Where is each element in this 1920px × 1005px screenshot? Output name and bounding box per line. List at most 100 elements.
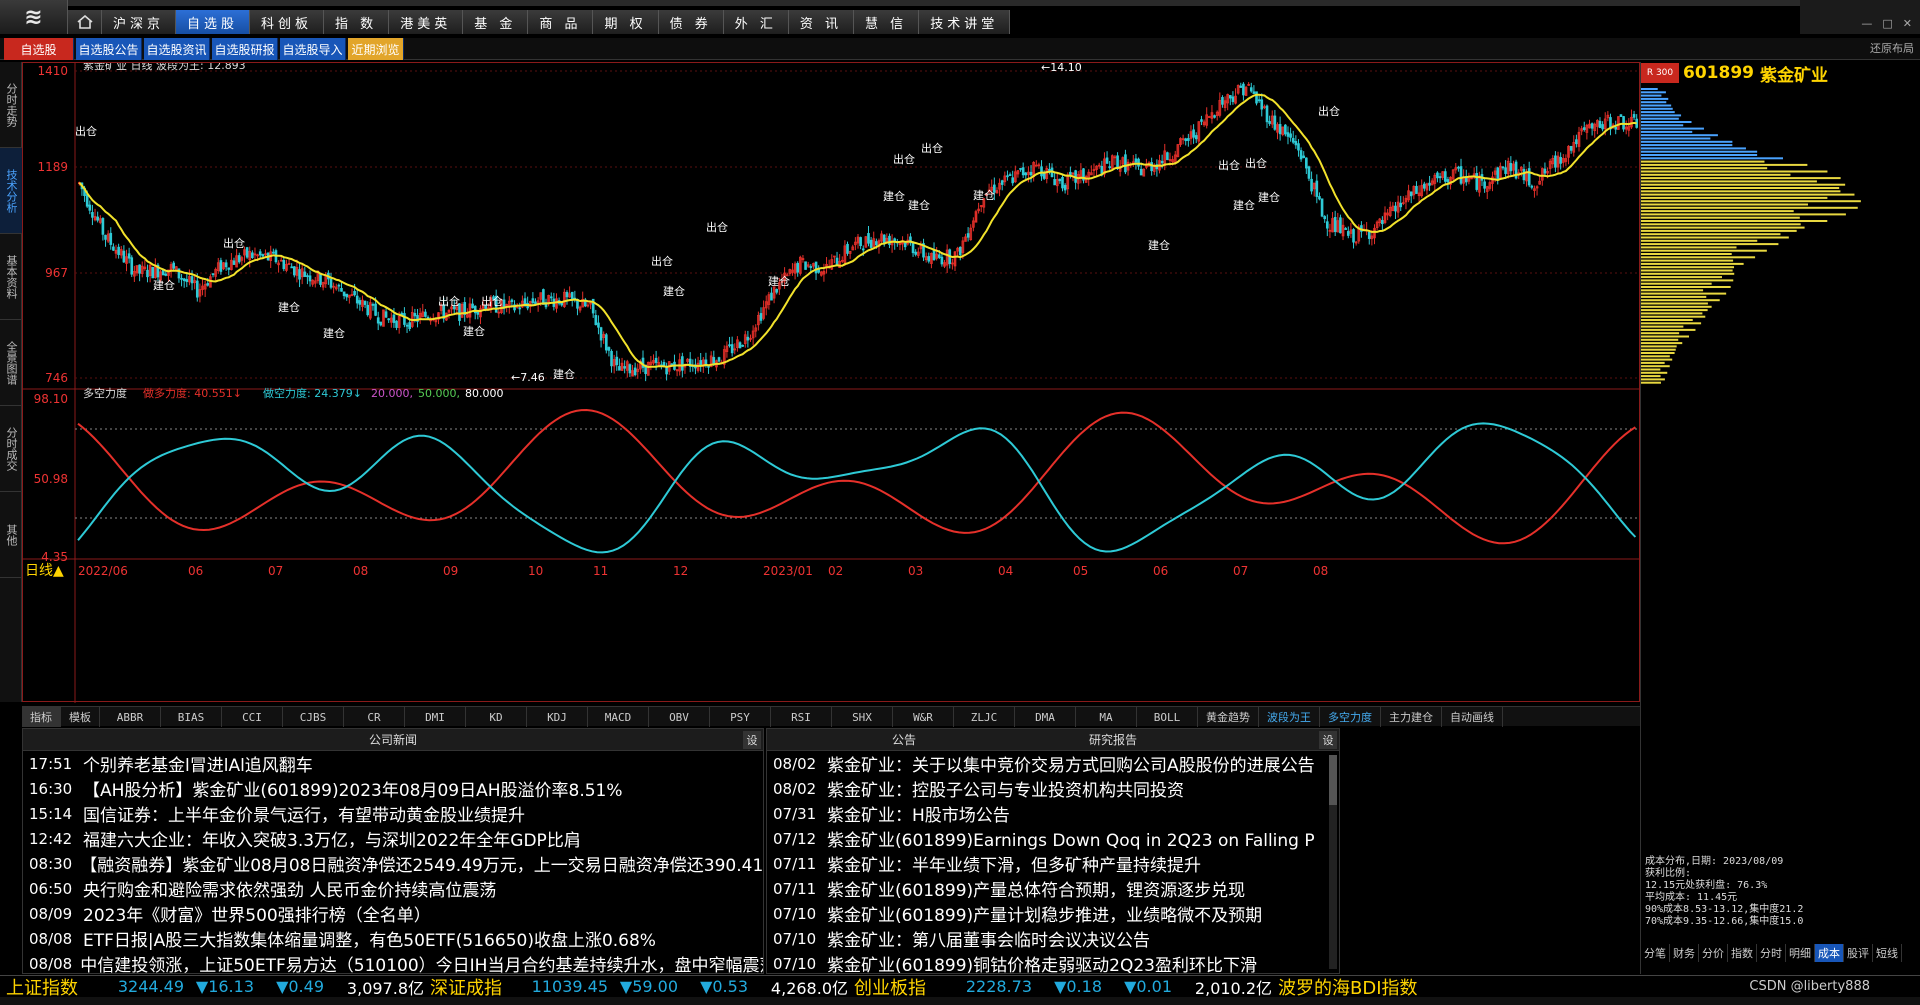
nav-tab-11[interactable]: 慧 信: [854, 10, 920, 34]
indicator-tab-7[interactable]: DMI: [405, 707, 466, 727]
indicator-tab-20[interactable]: 黄金趋势: [1198, 707, 1259, 727]
indicator-tab-23[interactable]: 主力建仓: [1381, 707, 1442, 727]
company-news-settings-button[interactable]: 设: [743, 731, 761, 749]
scrollbar-thumb[interactable]: [1329, 755, 1337, 805]
app-logo[interactable]: ≋: [0, 0, 68, 34]
news-headline[interactable]: 央行购金和避险需求依然强劲 人民币金价持续高位震荡: [75, 876, 496, 901]
news-row[interactable]: 07/11 紫金矿业(601899)产量总体符合预期，锂资源逐步兑现: [767, 876, 1339, 902]
announcement-scrollbar[interactable]: [1329, 755, 1337, 969]
news-headline[interactable]: 紫金矿业(601899)产量计划稳步推进，业绩略微不及预期: [819, 901, 1262, 926]
indicator-tab-19[interactable]: BOLL: [1137, 707, 1198, 727]
news-headline[interactable]: 个别养老基金l冒进lAl追风翻车: [75, 751, 313, 776]
indicator-tab-10[interactable]: MACD: [588, 707, 649, 727]
indicator-tab-3[interactable]: BIAS: [161, 707, 222, 727]
news-row[interactable]: 16:30 【AH股分析】紫金矿业(601899)2023年08月09日AH股溢价…: [23, 776, 763, 802]
nav-tab-10[interactable]: 资 讯: [788, 10, 855, 34]
subnav-tab-1[interactable]: 自选股公告: [76, 38, 142, 60]
indicator-tab-17[interactable]: DMA: [1015, 707, 1076, 727]
nav-tab-7[interactable]: 期 权: [593, 10, 659, 34]
subnav-tab-2[interactable]: 自选股资讯: [144, 38, 210, 60]
news-row[interactable]: 08/08 中信建投领涨，上证50ETF易方达（510100）今日IH当月合约基差…: [23, 951, 763, 977]
left-tab-3[interactable]: 全景图谱: [0, 320, 22, 406]
indicator-tab-0[interactable]: 指标: [22, 707, 61, 727]
news-headline[interactable]: 紫金矿业：控股子公司与专业投资机构共同投资: [819, 776, 1184, 801]
nav-tab-3[interactable]: 指 数: [324, 10, 390, 34]
nav-tab-1[interactable]: 自选股: [176, 10, 251, 34]
news-row[interactable]: 07/12 紫金矿业(601899)Earnings Down Qoq in 2Q…: [767, 826, 1339, 852]
news-headline[interactable]: 紫金矿业(601899)产量总体符合预期，锂资源逐步兑现: [819, 876, 1245, 901]
nav-tab-0[interactable]: 沪深京: [102, 10, 177, 34]
minimize-icon[interactable]: —: [1861, 17, 1872, 30]
nav-tab-6[interactable]: 商 品: [528, 10, 594, 34]
indicator-tab-15[interactable]: W&R: [893, 707, 954, 727]
nav-tab-9[interactable]: 外 汇: [723, 10, 789, 34]
news-row[interactable]: 08/02 紫金矿业：控股子公司与专业投资机构共同投资: [767, 776, 1339, 802]
kline-chart[interactable]: 1410 1189 967 746 98.10 50.98 4.35 紫金矿业 日线 波段为王…: [23, 63, 1641, 703]
news-headline[interactable]: 紫金矿业：H股市场公告: [819, 801, 1010, 826]
cost-tab-7[interactable]: 股评: [1844, 944, 1873, 962]
left-tab-5[interactable]: 其他: [0, 492, 22, 578]
news-headline[interactable]: 【融资融券】紫金矿业08月08日融资净偿还2549.49万元，上一交易日融资净偿…: [72, 851, 763, 876]
indicator-tab-13[interactable]: RSI: [771, 707, 832, 727]
news-row[interactable]: 07/10 紫金矿业：第八届董事会临时会议决议公告: [767, 926, 1339, 952]
news-headline[interactable]: 紫金矿业：关于以集中竞价交易方式回购公司A股股份的进展公告: [819, 751, 1315, 776]
indicator-tab-14[interactable]: SHX: [832, 707, 893, 727]
news-headline[interactable]: 紫金矿业：半年业绩下滑，但多矿种产量持续提升: [819, 851, 1201, 876]
cost-tab-6[interactable]: 成本: [1815, 944, 1844, 962]
nav-tab-2[interactable]: 科创板: [250, 10, 325, 34]
cost-tab-8[interactable]: 短线: [1873, 944, 1902, 962]
news-row[interactable]: 08/08 ETF日报|A股三大指数集体缩量调整，有色50ETF(516650)收…: [23, 926, 763, 952]
indicator-tab-16[interactable]: ZLJC: [954, 707, 1015, 727]
indicator-tab-1[interactable]: 模板: [61, 707, 100, 727]
status-name[interactable]: 上证指数: [0, 974, 84, 1000]
nav-tab-12[interactable]: 技术讲堂: [919, 10, 1011, 34]
indicator-tab-18[interactable]: MA: [1076, 707, 1137, 727]
cost-tab-1[interactable]: 财务: [1670, 944, 1699, 962]
indicator-tab-5[interactable]: CJBS: [283, 707, 344, 727]
nav-tab-5[interactable]: 基 金: [463, 10, 529, 34]
indicator-tab-4[interactable]: CCI: [222, 707, 283, 727]
nav-tab-4[interactable]: 港美英: [389, 10, 464, 34]
nav-tab-8[interactable]: 债 券: [658, 10, 724, 34]
news-row[interactable]: 07/10 紫金矿业(601899)铜钴价格走弱驱动2Q23盈利环比下滑: [767, 951, 1339, 977]
news-row[interactable]: 07/11 紫金矿业：半年业绩下滑，但多矿种产量持续提升: [767, 851, 1339, 877]
indicator-tab-8[interactable]: KD: [466, 707, 527, 727]
subnav-tab-4[interactable]: 自选股导入: [280, 38, 346, 60]
home-button[interactable]: [68, 10, 102, 34]
restore-layout-link[interactable]: 还原布局: [1870, 40, 1914, 56]
news-headline[interactable]: ETF日报|A股三大指数集体缩量调整，有色50ETF(516650)收盘上涨0.…: [75, 926, 656, 951]
close-icon[interactable]: ✕: [1903, 17, 1912, 30]
indicator-tab-9[interactable]: KDJ: [527, 707, 588, 727]
indicator-tab-21[interactable]: 波段为王: [1259, 707, 1320, 727]
status-name[interactable]: 深证成指: [424, 974, 508, 1000]
news-row[interactable]: 15:14 国信证券：上半年金价景气运行，有望带动黄金股业绩提升: [23, 801, 763, 827]
left-tab-1[interactable]: 技术分析: [0, 148, 22, 234]
cost-tab-2[interactable]: 分价: [1699, 944, 1728, 962]
status-name[interactable]: 波罗的海BDI指数: [1272, 974, 1424, 1000]
maximize-icon[interactable]: □: [1882, 17, 1892, 30]
news-row[interactable]: 17:51 个别养老基金l冒进lAl追风翻车: [23, 751, 763, 777]
cost-tab-3[interactable]: 指数: [1728, 944, 1757, 962]
news-headline[interactable]: 紫金矿业(601899)Earnings Down Qoq in 2Q23 on…: [819, 826, 1315, 851]
cost-tab-5[interactable]: 明细: [1786, 944, 1815, 962]
left-tab-2[interactable]: 基本资料: [0, 234, 22, 320]
news-row[interactable]: 12:42 福建六大企业：年收入突破3.3万亿，与深圳2022年全年GDP比肩: [23, 826, 763, 852]
news-headline[interactable]: 中信建投领涨，上证50ETF易方达（510100）今日IH当月合约基差持续升水，…: [72, 951, 763, 976]
news-headline[interactable]: 国信证券：上半年金价景气运行，有望带动黄金股业绩提升: [75, 801, 525, 826]
news-row[interactable]: 08:30 【融资融券】紫金矿业08月08日融资净偿还2549.49万元，上一交易…: [23, 851, 763, 877]
news-headline[interactable]: 紫金矿业(601899)铜钴价格走弱驱动2Q23盈利环比下滑: [819, 951, 1257, 976]
tab-research-reports[interactable]: 研究报告: [1089, 731, 1137, 748]
news-row[interactable]: 08/09 2023年《财富》世界500强排行榜（全名单）: [23, 901, 763, 927]
news-row[interactable]: 07/10 紫金矿业(601899)产量计划稳步推进，业绩略微不及预期: [767, 901, 1339, 927]
left-tab-0[interactable]: 分时走势: [0, 62, 22, 148]
subnav-tab-0[interactable]: 自选股: [4, 38, 74, 60]
news-row[interactable]: 06:50 央行购金和避险需求依然强劲 人民币金价持续高位震荡: [23, 876, 763, 902]
cost-tab-0[interactable]: 分笔: [1641, 944, 1670, 962]
tab-announcements[interactable]: 公告: [892, 731, 916, 748]
news-headline[interactable]: 【AH股分析】紫金矿业(601899)2023年08月09日AH股溢价率8.51…: [75, 776, 623, 801]
news-headline[interactable]: 福建六大企业：年收入突破3.3万亿，与深圳2022年全年GDP比肩: [75, 826, 581, 851]
news-row[interactable]: 07/31 紫金矿业：H股市场公告: [767, 801, 1339, 827]
indicator-tab-6[interactable]: CR: [344, 707, 405, 727]
indicator-tab-2[interactable]: ABBR: [100, 707, 161, 727]
cost-tab-4[interactable]: 分时: [1757, 944, 1786, 962]
